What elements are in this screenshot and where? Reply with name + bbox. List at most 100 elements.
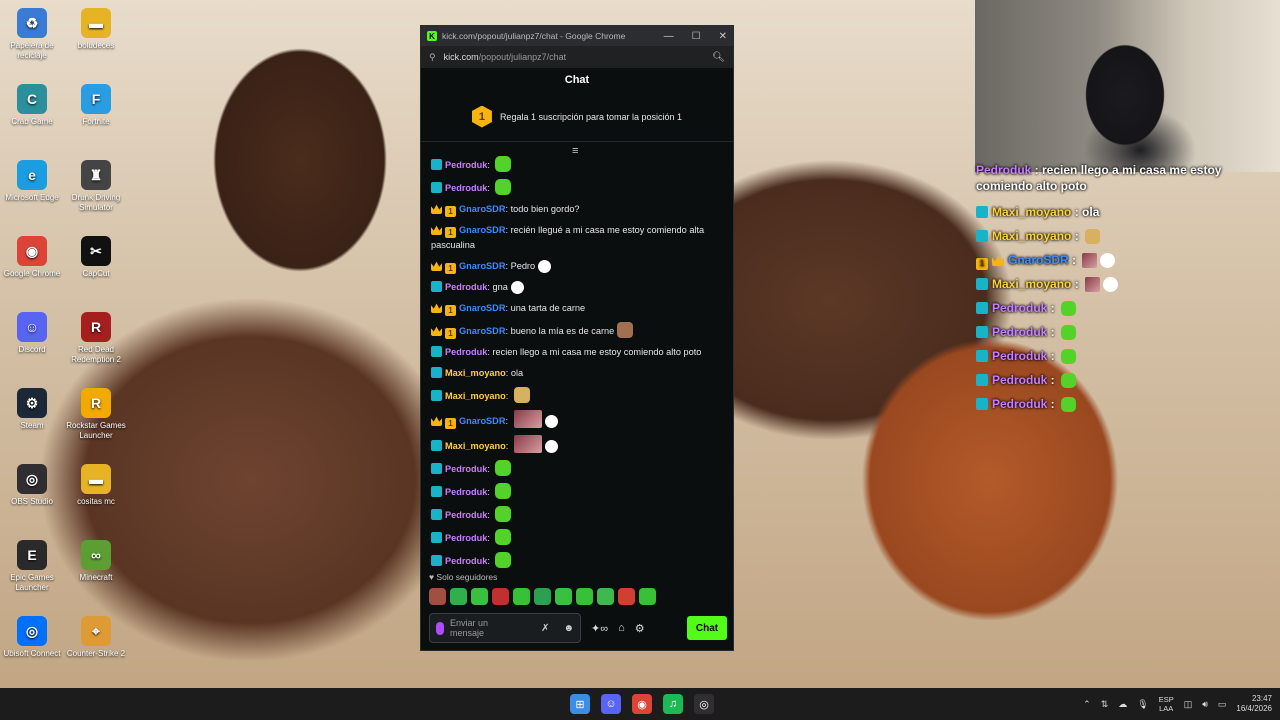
- language-indicator[interactable]: ESP LAA: [1159, 695, 1174, 713]
- quick-emote-icon[interactable]: [597, 588, 614, 605]
- chat-username[interactable]: Pedroduk: [445, 556, 487, 566]
- subscriber-badge-icon: [976, 302, 988, 314]
- chat-username[interactable]: GnaroSDR: [459, 261, 505, 271]
- leaderboard-position-icon: 1: [471, 105, 492, 128]
- chat-username[interactable]: GnaroSDR: [459, 326, 505, 336]
- send-chat-button[interactable]: Chat: [687, 616, 727, 640]
- chat-username[interactable]: Pedroduk: [445, 282, 487, 292]
- desktop-icon[interactable]: E Epic Games Launcher: [0, 540, 64, 593]
- desktop-icon[interactable]: R Red Dead Redemption 2: [64, 312, 128, 365]
- desktop-icon[interactable]: ☺ Discord: [0, 312, 64, 355]
- desktop-icon[interactable]: ▬ boludeces: [64, 8, 128, 51]
- chat-username[interactable]: Pedroduk: [445, 533, 487, 543]
- chat-username[interactable]: Pedroduk: [445, 183, 487, 193]
- desktop-icon-label: Rockstar Games Launcher: [66, 421, 126, 440]
- translate-icon[interactable]: ✗: [541, 623, 549, 634]
- chat-input-row: Enviar un mensaje ✗ ☻ ✦∞ ⌂ ⚙ Chat: [429, 612, 727, 644]
- emoji-icon[interactable]: ☻: [563, 623, 574, 634]
- quick-emote-icon[interactable]: [555, 588, 572, 605]
- maximize-button[interactable]: ☐: [692, 31, 701, 42]
- microphone-icon[interactable]: [436, 621, 444, 635]
- chat-username[interactable]: Pedroduk: [445, 160, 487, 170]
- desktop-icon[interactable]: ◉ Google Chrome: [0, 236, 64, 279]
- desktop-icon[interactable]: ⌖ Counter-Strike 2: [64, 616, 128, 659]
- cat-emote-icon: [1103, 277, 1119, 292]
- quick-emote-icon[interactable]: [576, 588, 593, 605]
- quick-emote-icon[interactable]: [492, 588, 509, 605]
- subscriber-badge-icon: [431, 486, 442, 497]
- chat-username[interactable]: Pedroduk: [445, 464, 487, 474]
- chat-username[interactable]: GnaroSDR: [459, 225, 505, 235]
- chat-username[interactable]: Pedroduk: [445, 510, 487, 520]
- desktop-icon-label: Google Chrome: [3, 269, 61, 278]
- chat-username[interactable]: Maxi_moyano: [445, 391, 506, 401]
- chat-username[interactable]: Pedroduk: [445, 347, 487, 357]
- chat-message: 1 GnaroSDR:: [431, 410, 725, 429]
- desktop-icon[interactable]: ◎ OBS Studio: [0, 464, 64, 507]
- desktop-icon[interactable]: C Crab Game: [0, 84, 64, 127]
- obs-taskbar[interactable]: ◎: [694, 694, 714, 714]
- chat-username[interactable]: Maxi_moyano: [445, 368, 506, 378]
- edge-icon: e: [17, 160, 47, 190]
- sub-gift-banner[interactable]: 1 Regala 1 suscripción para tomar la pos…: [421, 92, 733, 142]
- chat-message: Maxi_moyano:: [431, 387, 725, 404]
- dog-emote-icon: [1085, 229, 1101, 244]
- desktop-icon[interactable]: ✂ CapCut: [64, 236, 128, 279]
- chat-input[interactable]: Enviar un mensaje ✗ ☻: [429, 613, 581, 643]
- address-bar[interactable]: ⚲ kick.com/popout/julianpz7/chat 🔍︎: [421, 46, 733, 68]
- start-button[interactable]: ⊞: [570, 694, 590, 714]
- green-emote-icon: [1061, 325, 1077, 340]
- wifi-icon[interactable]: ◫: [1184, 699, 1193, 710]
- mic-tray-icon[interactable]: 🎙︎: [1137, 699, 1148, 710]
- site-settings-icon[interactable]: ⚲: [429, 52, 436, 63]
- green-emote-icon: [1061, 349, 1077, 364]
- quick-emote-icon[interactable]: [618, 588, 635, 605]
- store-icon[interactable]: ⌂: [618, 622, 625, 634]
- cloud-icon[interactable]: ☁: [1118, 699, 1127, 710]
- desktop-icon[interactable]: F Fortnite: [64, 84, 128, 127]
- chat-username[interactable]: GnaroSDR: [459, 416, 505, 426]
- chat-message: Maxi_moyano: ola: [431, 366, 725, 381]
- chevron-up-icon[interactable]: ⌃: [1083, 699, 1091, 710]
- desktop-icon[interactable]: ⚙ Steam: [0, 388, 64, 431]
- chat-username[interactable]: GnaroSDR: [459, 204, 505, 214]
- minimize-button[interactable]: —: [664, 31, 674, 42]
- close-button[interactable]: ✕: [719, 31, 727, 42]
- desktop-icon[interactable]: ∞ Minecraft: [64, 540, 128, 583]
- quick-emote-icon[interactable]: [450, 588, 467, 605]
- window-titlebar[interactable]: K kick.com/popout/julianpz7/chat - Googl…: [421, 26, 733, 46]
- desktop-icon[interactable]: R Rockstar Games Launcher: [64, 388, 128, 441]
- overlay-message: Pedroduk :: [976, 368, 1276, 392]
- discord-taskbar[interactable]: ☺: [601, 694, 621, 714]
- quick-emote-icon[interactable]: [534, 588, 551, 605]
- network-icon[interactable]: ⇅: [1101, 699, 1109, 710]
- subscriber-badge-icon: [431, 159, 442, 170]
- spotify-taskbar[interactable]: ♫: [663, 694, 683, 714]
- quick-emote-icon[interactable]: [639, 588, 656, 605]
- desktop-icon[interactable]: ♜ Drunk Driving Simulator: [64, 160, 128, 213]
- clock[interactable]: 23:47 16/4/2026: [1236, 694, 1272, 714]
- desktop-icon[interactable]: e Microsoft Edge: [0, 160, 64, 203]
- quick-emote-icon[interactable]: [513, 588, 530, 605]
- battery-icon[interactable]: ▭: [1218, 699, 1227, 710]
- chat-input-placeholder: Enviar un mensaje: [450, 618, 489, 638]
- chat-message-list: Pedroduk: Pedroduk: 1 GnaroSDR: todo bien…: [431, 156, 725, 575]
- chat-username[interactable]: Pedroduk: [445, 487, 487, 497]
- chat-username[interactable]: Maxi_moyano: [445, 441, 506, 451]
- settings-gear-icon[interactable]: ⚙: [635, 622, 645, 635]
- infinity-icon[interactable]: ✦∞: [591, 622, 608, 635]
- chrome-taskbar[interactable]: ◉: [632, 694, 652, 714]
- desktop-icon[interactable]: ♻ Papelera de reciclaje: [0, 8, 64, 61]
- sub-gifter-badge-icon: 1: [445, 263, 456, 274]
- quick-emote-icon[interactable]: [471, 588, 488, 605]
- zoom-icon[interactable]: 🔍︎: [712, 52, 725, 63]
- quick-emote-icon[interactable]: [429, 588, 446, 605]
- volume-icon[interactable]: 🔊︎: [1202, 699, 1208, 710]
- desktop-icon[interactable]: ◎ Ubisoft Connect: [0, 616, 64, 659]
- desktop-icon[interactable]: ▬ cositas mc: [64, 464, 128, 507]
- subscriber-badge-icon: [976, 374, 988, 386]
- chat-username[interactable]: GnaroSDR: [459, 303, 505, 313]
- chat-message-text: todo bien gordo?: [510, 204, 580, 214]
- dog-emote-icon: [513, 387, 530, 403]
- img-emote-icon: [513, 410, 542, 428]
